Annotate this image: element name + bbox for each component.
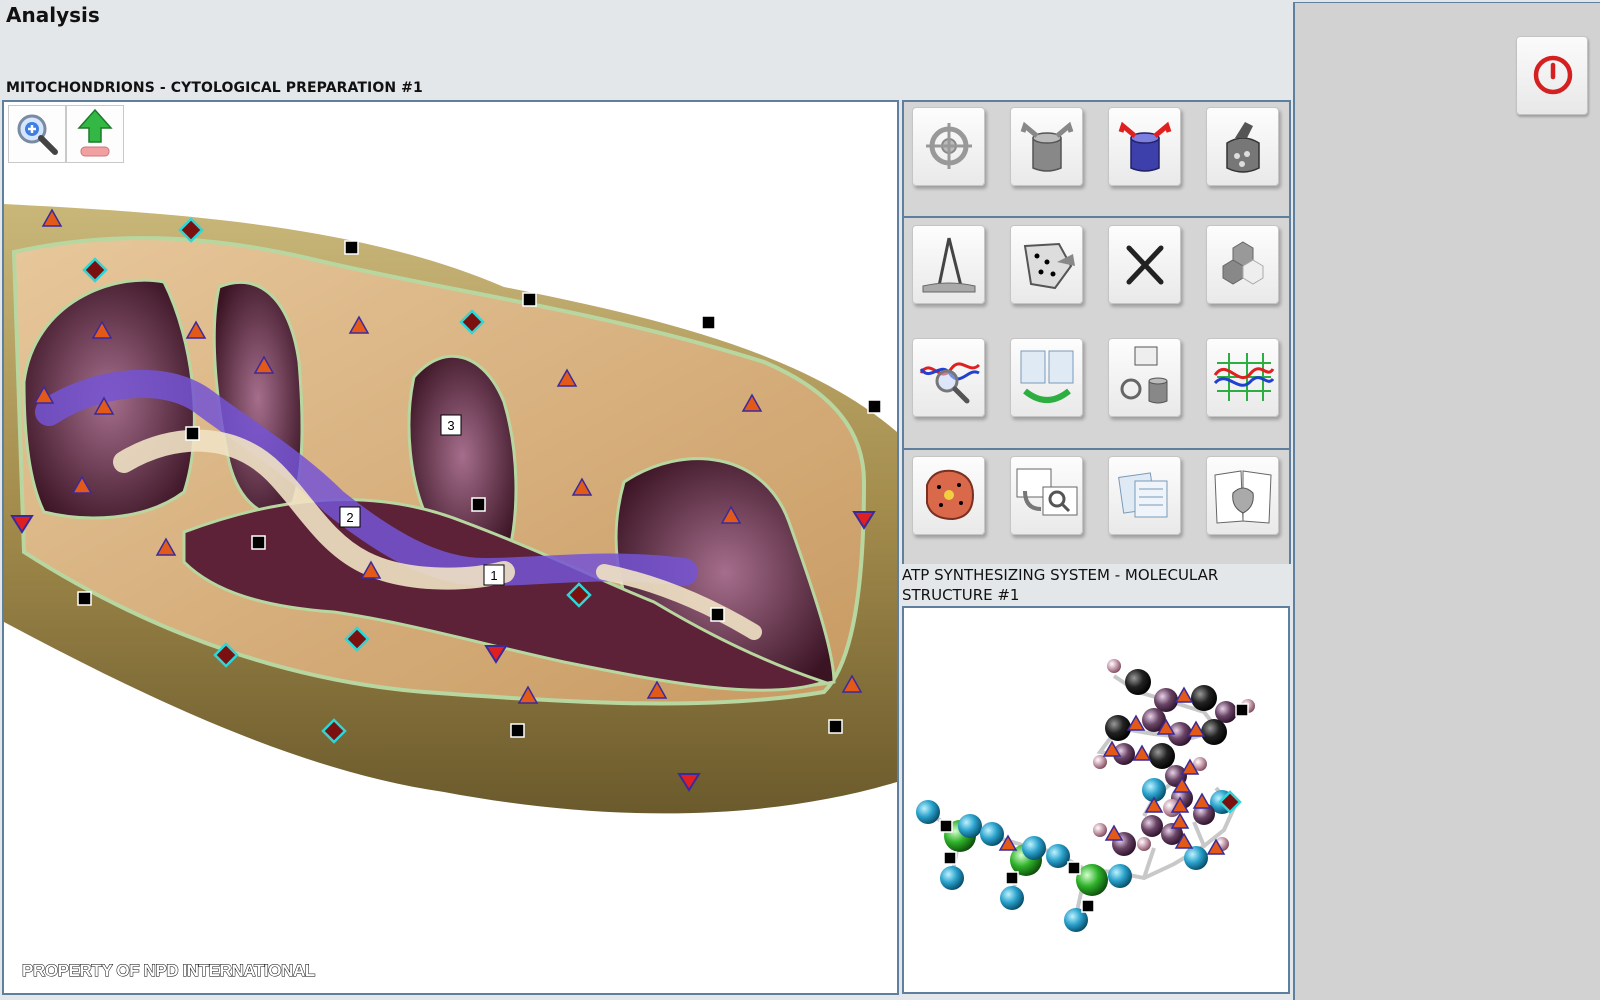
molecule-title: ATP SYNTHESIZING SYSTEM - MOLECULAR STRU…: [902, 566, 1219, 604]
search-rotate-icon: [1016, 468, 1078, 516]
zoom-in-icon: [17, 114, 58, 155]
app-title: Analysis: [6, 3, 100, 27]
components-button[interactable]: [1108, 338, 1181, 417]
label-2: 2: [346, 510, 353, 525]
close-button[interactable]: [1108, 225, 1181, 304]
side-panel: [1293, 2, 1600, 1000]
molecular-structure: [916, 659, 1255, 932]
zoom-in-button[interactable]: [8, 105, 66, 163]
toolbar-panel-middle: [902, 216, 1291, 450]
graph-lines-button[interactable]: [1206, 338, 1279, 417]
label-3: 3: [447, 418, 454, 433]
hexagon-cells-button[interactable]: [1206, 225, 1279, 304]
documents-button[interactable]: [1108, 456, 1181, 535]
preparation-title: MITOCHONDRIONS - CYTOLOGICAL PREPARATION…: [6, 80, 423, 96]
hexagon-cells-icon: [1222, 241, 1264, 285]
toolbar-panel-bottom: [902, 448, 1291, 564]
wave-magnifier-icon: [919, 362, 981, 404]
molecule-view[interactable]: [902, 606, 1290, 994]
anatomy-book-button[interactable]: [1206, 456, 1279, 535]
export-button[interactable]: [66, 105, 124, 163]
measure-button[interactable]: [912, 225, 985, 304]
toolbar-panel-top: [902, 100, 1291, 218]
copyright-text: PROPERTY OF NPD INTERNATIONAL: [22, 961, 316, 981]
preparation-view[interactable]: 1 2 3 PROPERTY OF NPD INTERNATIONAL: [2, 100, 899, 995]
dotted-shape-button[interactable]: [1010, 225, 1083, 304]
dotted-shape-icon: [1023, 242, 1075, 290]
power-button[interactable]: [1516, 36, 1588, 115]
anatomy-book-icon: [1214, 470, 1272, 524]
cell-tissue-icon: [926, 469, 975, 521]
clipboard-exchange-button[interactable]: [1010, 338, 1083, 417]
target-button[interactable]: [912, 107, 985, 186]
search-rotate-button[interactable]: [1010, 456, 1083, 535]
components-cylinder-icon: [1120, 346, 1168, 404]
wave-analysis-button[interactable]: [912, 338, 985, 417]
expand-button[interactable]: [1010, 107, 1083, 186]
clipboard-exchange-icon: [1020, 350, 1074, 403]
measure-compass-icon: [922, 237, 976, 293]
red-arrows-button[interactable]: [1108, 107, 1181, 186]
tissue-sample-icon: [1226, 122, 1260, 173]
mitochondrion-illustration: 1 2 3: [4, 204, 897, 814]
molecule-triangle-markers: [998, 686, 1226, 855]
export-up-icon: [77, 108, 113, 157]
power-icon: [1533, 55, 1573, 95]
tissue-sample-button[interactable]: [1206, 107, 1279, 186]
documents-icon: [1118, 472, 1168, 518]
close-x-icon: [1126, 245, 1164, 285]
cylinder-expand-icon: [1020, 121, 1074, 172]
cylinder-red-arrows-icon: [1118, 121, 1172, 172]
label-1: 1: [490, 568, 497, 583]
cell-tissue-button[interactable]: [912, 456, 985, 535]
graph-lines-icon: [1213, 353, 1275, 401]
target-crosshair-icon: [926, 123, 972, 169]
